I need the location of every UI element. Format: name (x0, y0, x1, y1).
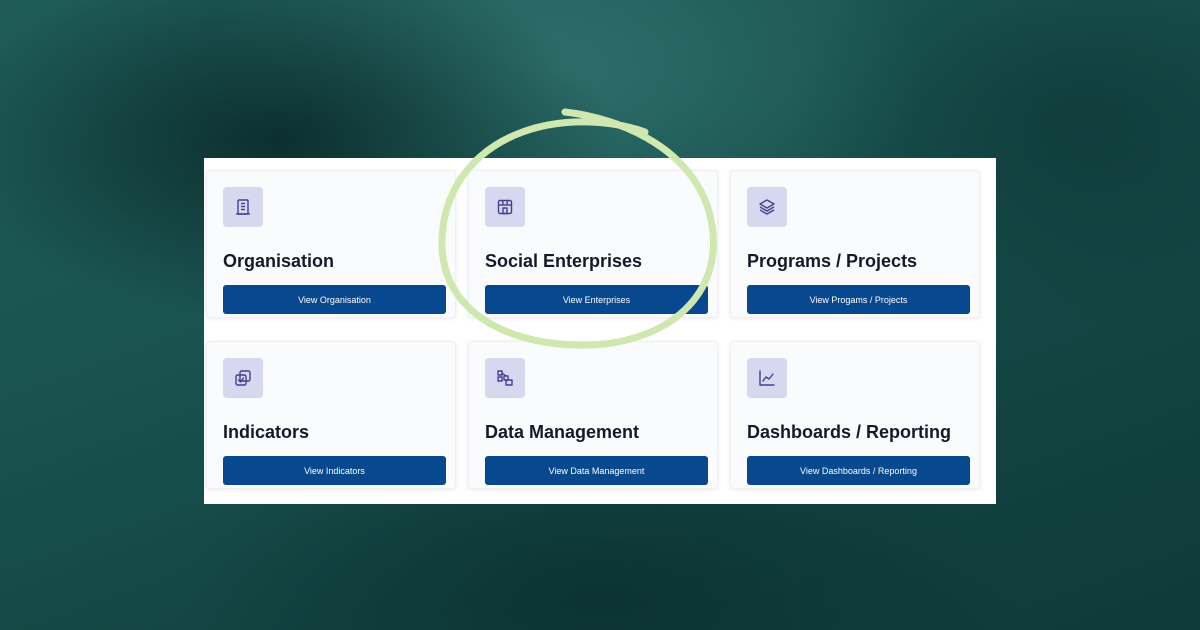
card-title: Social Enterprises (485, 251, 643, 271)
card-data-management: Data Management View Data Management (468, 341, 718, 489)
view-organisation-button[interactable]: View Organisation (223, 285, 446, 314)
view-programs-projects-button[interactable]: View Progams / Projects (747, 285, 970, 314)
card-title: Programs / Projects (747, 251, 918, 271)
view-enterprises-button[interactable]: View Enterprises (485, 285, 708, 314)
card-title: Indicators (223, 422, 310, 442)
view-data-management-button[interactable]: View Data Management (485, 456, 708, 485)
view-dashboards-reporting-button[interactable]: View Dashboards / Reporting (747, 456, 970, 485)
card-title: Organisation (223, 251, 335, 271)
module-grid: Organisation View Organisation Social En… (204, 158, 996, 504)
card-organisation: Organisation View Organisation (206, 170, 456, 318)
layers-icon (747, 187, 787, 227)
building-icon (223, 187, 263, 227)
view-indicators-button[interactable]: View Indicators (223, 456, 446, 485)
storefront-icon (485, 187, 525, 227)
card-indicators: Indicators View Indicators (206, 341, 456, 489)
card-title: Data Management (485, 422, 640, 442)
dashboard-panel: Organisation View Organisation Social En… (204, 158, 996, 504)
card-programs-projects: Programs / Projects View Progams / Proje… (730, 170, 980, 318)
data-blocks-icon (485, 358, 525, 398)
card-dashboards-reporting: Dashboards / Reporting View Dashboards /… (730, 341, 980, 489)
line-chart-icon (747, 358, 787, 398)
checklist-icon (223, 358, 263, 398)
card-title: Dashboards / Reporting (747, 422, 952, 442)
card-social-enterprises: Social Enterprises View Enterprises (468, 170, 718, 318)
